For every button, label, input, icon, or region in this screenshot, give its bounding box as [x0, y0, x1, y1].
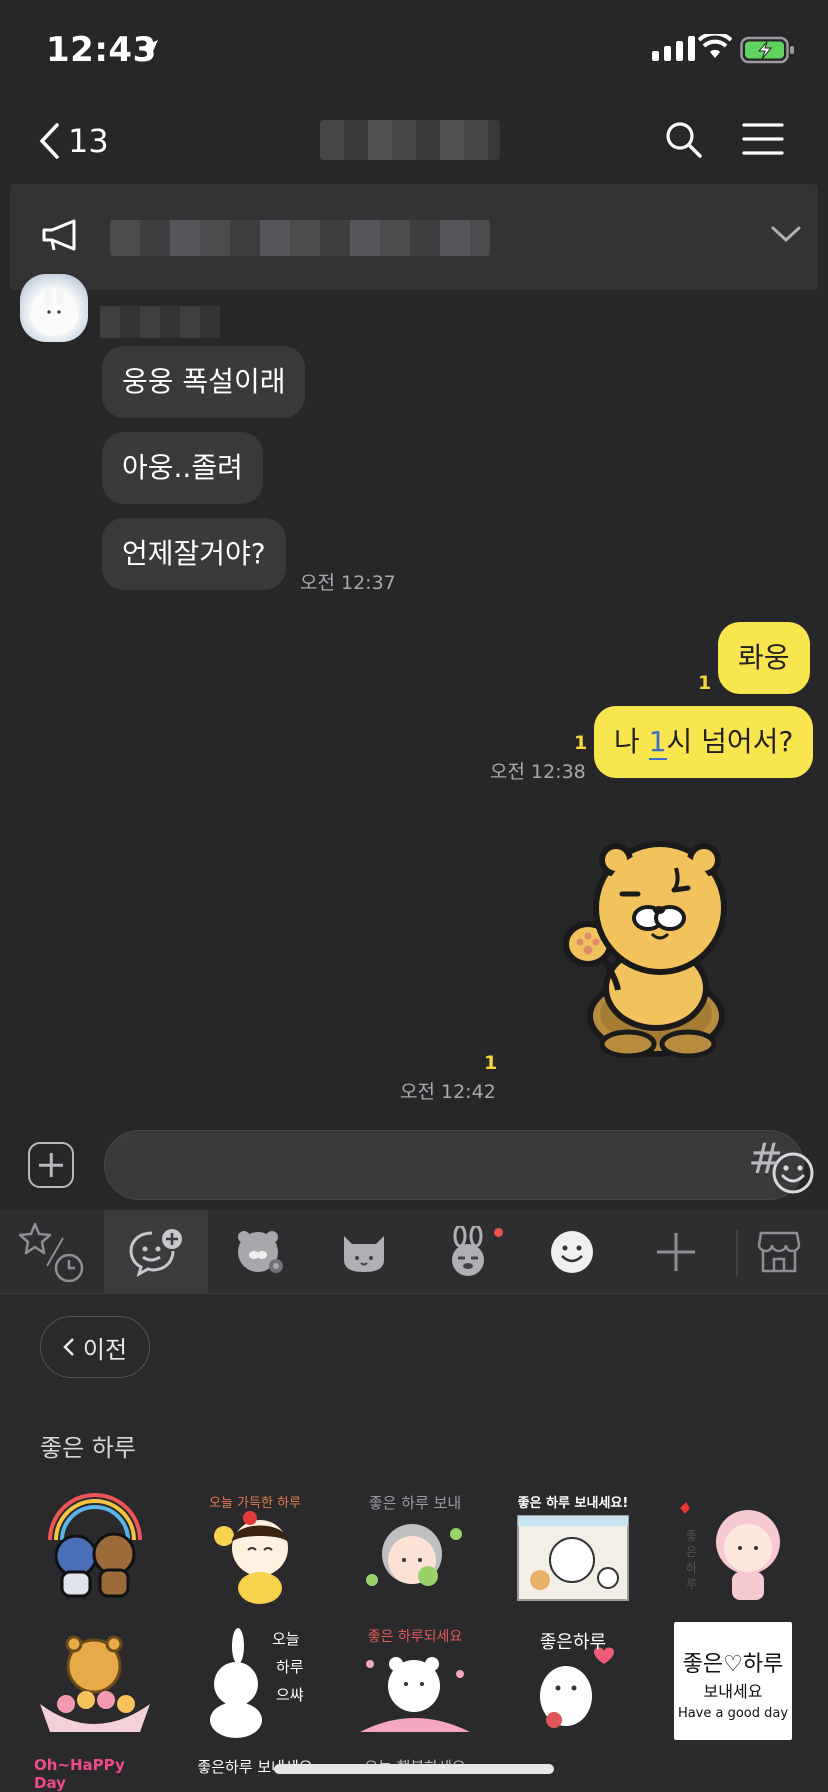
- emoticon-tab-bar: [0, 1210, 828, 1294]
- message-timestamp: 오전 12:38: [490, 761, 586, 783]
- attach-plus-button[interactable]: [28, 1142, 74, 1188]
- sticker-item[interactable]: 오늘 가득한 하루: [196, 1490, 314, 1608]
- message-timestamp: 오전 12:42: [400, 1081, 496, 1103]
- white-bunny-sticker: 오늘 하루 으쌰: [210, 1628, 304, 1738]
- message-timestamp: 오전 12:37: [300, 572, 396, 594]
- wifi-icon: [698, 34, 732, 58]
- incoming-message[interactable]: 웅웅 폭설이래: [102, 346, 306, 418]
- sticker-caption: Oh~HaPPy Day: [34, 1756, 125, 1792]
- previous-button[interactable]: 이전: [40, 1316, 150, 1378]
- chevron-down-icon[interactable]: [770, 224, 802, 244]
- apeach-ryan-rainbow-sticker: [48, 1493, 142, 1598]
- new-badge-dot: [494, 1228, 503, 1237]
- tab-favorites-recent[interactable]: [0, 1210, 104, 1294]
- sticker-item[interactable]: 좋은 하루 보내세요!: [514, 1490, 632, 1608]
- chat-smile-plus-icon: [129, 1229, 182, 1277]
- svg-text:으쌰: 으쌰: [276, 1686, 304, 1704]
- notice-text-redacted: [110, 220, 490, 256]
- sticker-caption: 좋은 하루 보내세요!: [517, 1496, 629, 1511]
- svg-text:루: 루: [686, 1577, 697, 1591]
- svg-text:좋: 좋: [686, 1529, 697, 1543]
- smiley-face-icon: [551, 1231, 593, 1273]
- sticker-item[interactable]: [36, 1490, 154, 1608]
- svg-text:은: 은: [686, 1545, 697, 1559]
- battery-charging-icon: [740, 36, 794, 64]
- ryan-flowers-sticker: [40, 1635, 150, 1732]
- message-input-container[interactable]: [104, 1130, 814, 1200]
- avatar[interactable]: [20, 274, 88, 342]
- status-bar: 12:43: [0, 0, 828, 100]
- store-icon: [757, 1231, 801, 1273]
- sticker-caption: 오늘 가득한 하루: [209, 1496, 301, 1511]
- sticker-caption: 좋은하루: [539, 1632, 607, 1653]
- tab-add-pack[interactable]: [624, 1210, 728, 1294]
- unread-count: 1: [484, 1052, 498, 1074]
- section-title: 좋은 하루: [40, 1434, 136, 1462]
- sticker-caption: 좋은 하루되세요: [367, 1629, 463, 1645]
- incoming-message[interactable]: 아웅..졸려: [102, 432, 263, 504]
- menu-icon[interactable]: [742, 122, 784, 156]
- sticker-item[interactable]: 좋은하루: [514, 1624, 632, 1742]
- outgoing-message[interactable]: 롸웅: [718, 622, 810, 694]
- sticker-item[interactable]: 좋은하루 보내세요: [196, 1756, 314, 1792]
- chevron-left-icon: [39, 123, 59, 159]
- previous-label: 이전: [82, 1335, 128, 1364]
- home-indicator[interactable]: [274, 1764, 554, 1774]
- sticker-item[interactable]: 좋은 하루 보내: [356, 1490, 474, 1608]
- sticker-caption-line1: 좋은♡하루: [682, 1652, 784, 1677]
- message-input-bar: #: [0, 1122, 828, 1208]
- tab-cat-pack[interactable]: [312, 1210, 416, 1294]
- tab-smiley-pack[interactable]: [520, 1210, 624, 1294]
- sticker-caption: 좋은 하루 보내: [368, 1494, 462, 1512]
- chevron-left-icon: [63, 1338, 74, 1356]
- sticker-panel: 이전 좋은 하루 오늘 가득한 하루 좋은 하루 보내 좋은 하루 보내세요! …: [0, 1294, 828, 1792]
- location-arrow-icon: [140, 40, 158, 58]
- avatar-image: [30, 286, 78, 336]
- sticker-item[interactable]: 오늘 행복하세요: [356, 1756, 474, 1792]
- back-button[interactable]: 13: [38, 122, 109, 160]
- notice-banner[interactable]: [10, 184, 818, 290]
- cellular-signal-icon: [652, 36, 695, 61]
- bunny-face-icon: [452, 1226, 484, 1276]
- ryan-bear-sticker[interactable]: [556, 838, 756, 1058]
- star-clock-icon: [18, 1222, 84, 1283]
- sticker-item[interactable]: 오늘 하루 으쌰: [196, 1624, 314, 1742]
- sticker-item[interactable]: [36, 1624, 154, 1742]
- sticker-item[interactable]: Oh~HaPPy Day: [34, 1756, 152, 1792]
- svg-text:오늘: 오늘: [272, 1630, 300, 1648]
- tab-emoticon-shop[interactable]: [730, 1210, 828, 1294]
- unread-count: 1: [574, 732, 588, 754]
- chat-header: 13: [0, 100, 828, 180]
- sticker-caption-line2: 보내세요: [703, 1682, 763, 1701]
- svg-text:하루: 하루: [276, 1658, 304, 1676]
- tab-ryan-pack[interactable]: [208, 1210, 312, 1294]
- sender-name-redacted: [100, 306, 220, 338]
- message-text-highlight[interactable]: 1: [648, 725, 667, 760]
- chat-title-redacted: [320, 120, 500, 160]
- sticker-item[interactable]: 좋은♡하루 보내세요 Have a good day: [674, 1622, 792, 1740]
- megaphone-icon: [42, 219, 76, 251]
- search-icon[interactable]: [664, 120, 704, 160]
- message-text-suffix: 시 넘어서?: [666, 725, 794, 758]
- sticker-caption-line3: Have a good day: [677, 1706, 789, 1721]
- unread-count: 1: [698, 672, 712, 694]
- tab-bunny-pack[interactable]: [416, 1210, 520, 1294]
- plus-icon: [657, 1233, 695, 1271]
- incoming-message[interactable]: 언제잘거야?: [102, 518, 286, 590]
- message-text: 롸웅: [738, 641, 790, 674]
- message-input[interactable]: [105, 1131, 665, 1199]
- sticker-item[interactable]: 좋 은 하 루: [672, 1490, 790, 1608]
- outgoing-message[interactable]: 나 1시 넘어서?: [594, 706, 814, 778]
- tab-sticker-search[interactable]: [104, 1210, 208, 1294]
- ryan-face-icon: [238, 1231, 283, 1273]
- hashtag-search-button[interactable]: #: [748, 1134, 783, 1183]
- sticker-item[interactable]: 좋은 하루되세요: [356, 1624, 474, 1742]
- unread-chats-count: 13: [68, 122, 109, 160]
- message-text-prefix: 나: [614, 725, 649, 758]
- girl-pink-hood-sticker: 좋 은 하 루: [680, 1502, 780, 1600]
- svg-text:하: 하: [686, 1561, 697, 1575]
- cat-face-icon: [344, 1236, 384, 1272]
